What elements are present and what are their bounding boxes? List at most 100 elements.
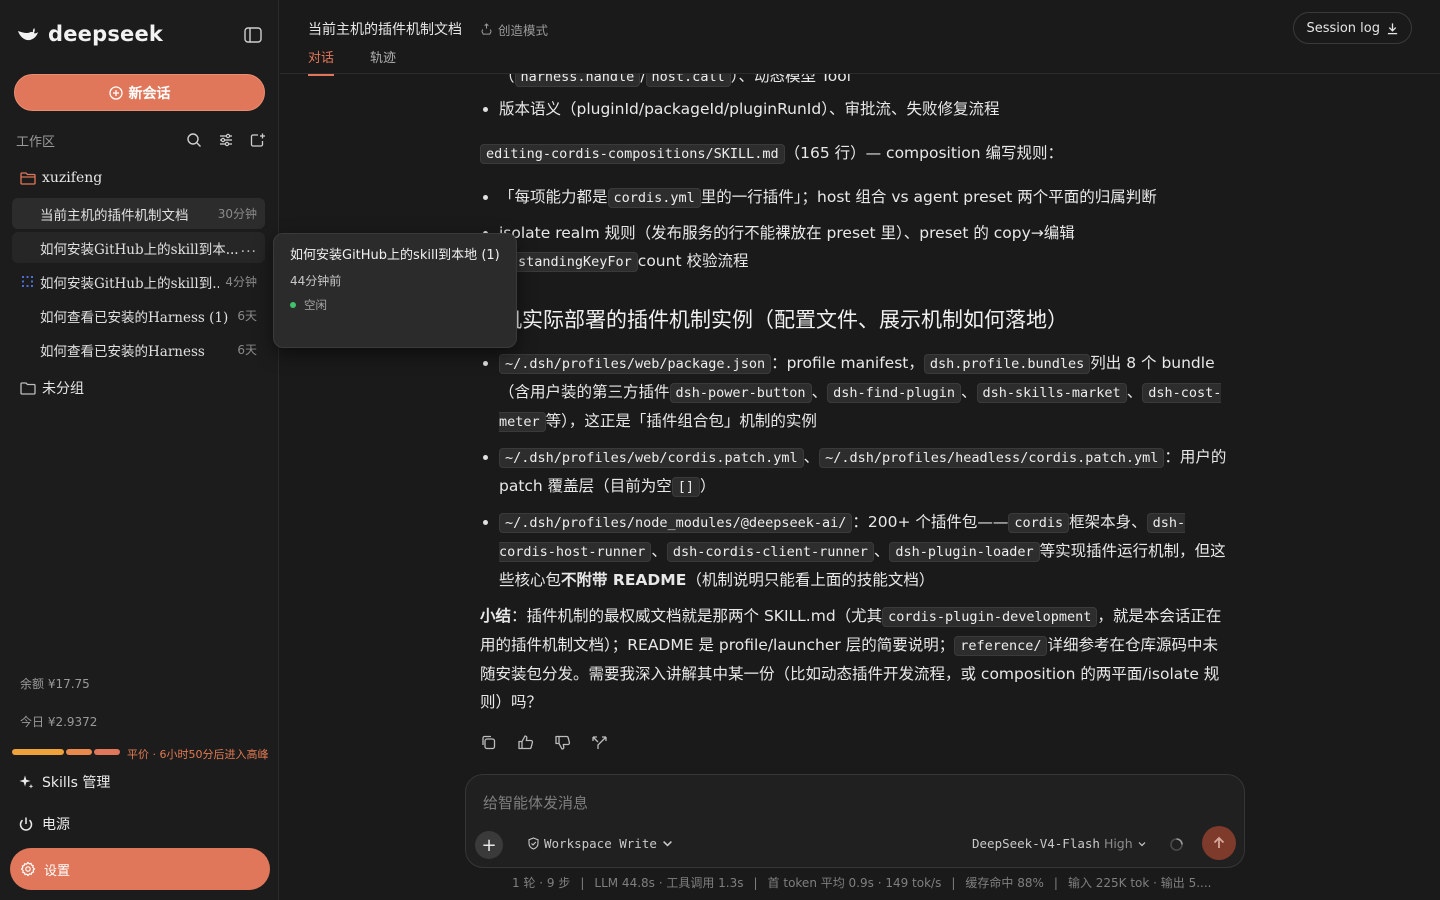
conversation-item[interactable]: 如何查看已安装的Harness 6天 [12, 334, 265, 365]
text: ：插件机制的最权威文档就是那两个 SKILL.md（尤其 [511, 607, 883, 625]
code-inline: editing-cordis-compositions/SKILL.md [480, 144, 785, 164]
conversation-item[interactable]: 如何安装GitHub上的skill到本... ... [12, 232, 265, 263]
session-log-label: Session log [1306, 20, 1380, 36]
text: ：profile manifest， [771, 354, 924, 372]
text: 、 [803, 448, 820, 466]
conversation-item[interactable]: 当前主机的插件机制文档 30分钟 [12, 198, 265, 229]
main-panel: 当前主机的插件机制文档 创造模式 对话 轨迹 Session log （harn… [280, 0, 1440, 900]
tab-conversation[interactable]: 对话 [308, 47, 335, 76]
separator: | [951, 876, 956, 890]
text: 等），这正是「插件组合包」机制的实例 [545, 412, 817, 430]
code-inline: host.call [645, 74, 731, 87]
more-options-icon[interactable]: ... [241, 240, 257, 256]
topbar: 当前主机的插件机制文档 创造模式 对话 轨迹 Session log [280, 0, 1440, 76]
text-bold: 小结 [480, 607, 512, 625]
list-item: isolate realm 规则（发布服务的行不能裸放在 preset 里）、p… [480, 219, 1215, 276]
message-scroll-area[interactable]: （harness.handle / host.call ）、动态模型 Tool 版本语… [280, 74, 1440, 774]
conversation-title-header: 当前主机的插件机制文档 [308, 22, 462, 38]
plus-icon: + [481, 834, 497, 856]
thumbs-down-icon[interactable] [554, 734, 571, 751]
mode-indicator[interactable]: 创造模式 [480, 20, 548, 39]
usage-segment-low [12, 749, 64, 755]
conversation-item[interactable]: 如何查看已安装的Harness (1) 6天 [12, 300, 265, 331]
attach-button[interactable]: + [475, 831, 503, 859]
conversation-title: 如何安装GitHub上的skill到... [40, 275, 220, 292]
folder-user-label: xuzifeng [42, 170, 103, 186]
thumbs-up-icon[interactable] [517, 734, 534, 751]
sidebar-toggle-icon[interactable] [244, 27, 262, 43]
separator: | [753, 876, 758, 890]
partial-line: （harness.handle / host.call ）、动态模型 Tool [499, 74, 851, 91]
code-inline: reference/ [954, 636, 1048, 656]
section-heading: 本机实际部署的插件机制实例（配置文件、展示机制如何落地） [480, 308, 1068, 332]
whale-logo-icon [18, 28, 38, 41]
status-dot-icon [290, 302, 296, 308]
conversation-time: 6天 [237, 343, 257, 357]
message-composer: 给智能体发消息 + Workspace Write DeepSeek-V4-Fl… [465, 774, 1245, 868]
conversation-tooltip: 如何安装GitHub上的skill到本地 (1) 44分钟前 空闲 [273, 233, 517, 348]
bullet-list: ~/.dsh/profiles/web/package.json ：profile… [480, 349, 1232, 594]
tab-trace[interactable]: 轨迹 [370, 47, 396, 74]
message-input[interactable]: 给智能体发消息 [483, 792, 588, 813]
chevron-down-icon [1138, 841, 1146, 846]
text: 「每项能力都是 [499, 188, 608, 206]
code-inline: ~/.dsh/profiles/headless/cordis.patch.ym… [819, 448, 1165, 468]
brand[interactable]: deepseek [16, 22, 163, 46]
mode-label: 创造模式 [498, 23, 549, 38]
skills-manage-button[interactable]: Skills 管理 [18, 772, 110, 792]
code-inline: cordis.yml [607, 188, 701, 208]
code-inline: cordis-plugin-development [882, 607, 1098, 627]
settings-label: 设置 [44, 863, 71, 879]
text: 、 [961, 383, 977, 401]
recycle-icon [481, 23, 492, 35]
code-inline: ~/.dsh/profiles/node_modules/@deepseek-a… [499, 513, 853, 533]
brand-name: deepseek [48, 22, 164, 46]
list-item: ~/.dsh/profiles/node_modules/@deepseek-a… [480, 508, 1232, 594]
workspace-header: 工作区 [16, 131, 266, 150]
bullet-list: 版本语义（pluginId/packageId/pluginRunId）、审批流… [480, 95, 1232, 123]
search-icon[interactable] [186, 132, 202, 148]
sparkle-icon [19, 775, 34, 789]
session-log-button[interactable]: Session log [1293, 12, 1412, 44]
effort-label: High [1103, 836, 1133, 851]
list-item: 版本语义（pluginId/packageId/pluginRunId）、审批流… [480, 95, 1232, 123]
tooltip-time: 44分钟前 [290, 274, 342, 288]
skills-manage-label: Skills 管理 [42, 775, 111, 791]
workspace-label: 工作区 [16, 134, 56, 150]
folder-ungrouped[interactable]: 未分组 [20, 378, 84, 398]
balance-remaining: 余额 ¥17.75 [20, 677, 90, 691]
separator: | [1053, 876, 1058, 890]
stat-token: 首 token 平均 0.9s · 149 tok/s [767, 876, 942, 890]
text: / [640, 74, 646, 85]
tooltip-title: 如何安装GitHub上的skill到本地 (1) [290, 248, 500, 263]
paragraph: editing-cordis-compositions/SKILL.md （165… [480, 139, 1232, 168]
model-label: DeepSeek-V4-Flash [972, 836, 1100, 851]
filter-icon[interactable] [218, 132, 234, 148]
conversation-item[interactable]: 如何安装GitHub上的skill到... 4分钟 [12, 266, 265, 297]
conversation-title: 当前主机的插件机制文档 [40, 207, 189, 224]
code-inline: [] [671, 477, 700, 497]
folder-user[interactable]: xuzifeng [20, 170, 102, 186]
balance-today: 今日 ¥2.9372 [20, 715, 98, 729]
code-inline: dsh-power-button [669, 383, 812, 403]
power-button[interactable]: 电源 [18, 814, 70, 834]
branch-icon[interactable] [591, 734, 608, 751]
conversation-time: 6天 [237, 309, 257, 323]
power-icon [19, 817, 33, 831]
stat-llm: LLM 44.8s · 工具调用 1.3s [594, 876, 744, 890]
text: 里的一行插件」；host 组合 vs agent preset 两个平面的归属判… [700, 188, 1157, 206]
send-button[interactable] [1202, 826, 1236, 860]
text-bold: 不附带 README [561, 571, 687, 589]
settings-button[interactable]: 设置 [10, 848, 270, 890]
new-chat-button[interactable]: 新会话 [14, 74, 265, 111]
text: 、 [811, 383, 828, 401]
conversation-title: 如何安装GitHub上的skill到本... [40, 241, 239, 258]
text: （机制说明只能看上面的技能文档） [686, 571, 935, 589]
new-folder-icon[interactable] [250, 132, 266, 148]
model-selector[interactable]: DeepSeek-V4-Flash High [972, 836, 1147, 851]
copy-icon[interactable] [480, 734, 497, 751]
summary-paragraph: 小结：插件机制的最权威文档就是那两个 SKILL.md（尤其 cordis-plu… [480, 602, 1232, 716]
conversation-time: 30分钟 [217, 207, 257, 221]
permission-selector[interactable]: Workspace Write [527, 836, 674, 851]
code-inline: cordis [1008, 513, 1070, 533]
